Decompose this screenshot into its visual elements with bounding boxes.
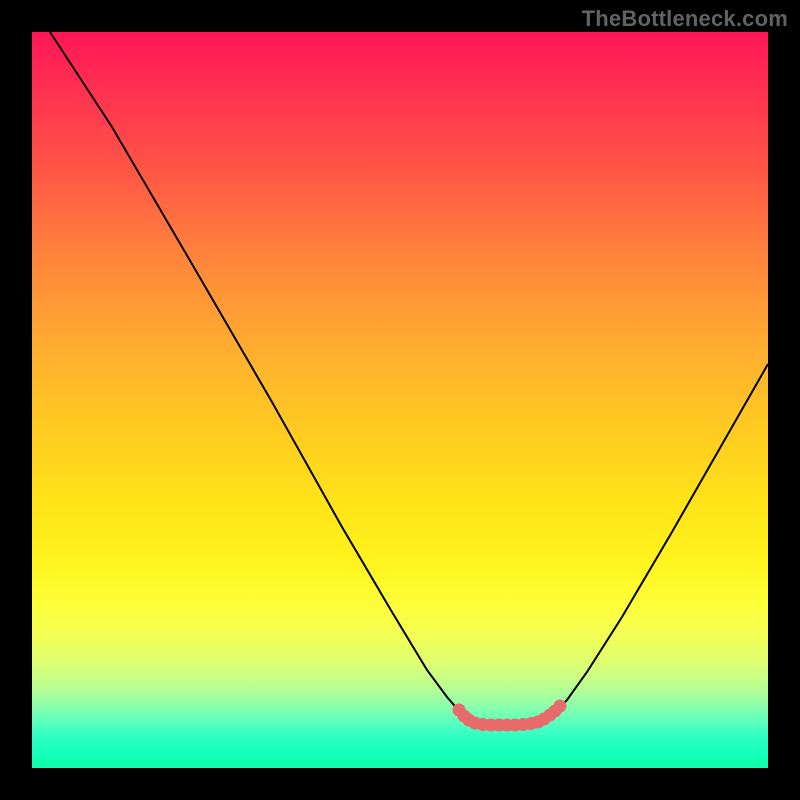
watermark-text: TheBottleneck.com: [582, 6, 788, 32]
chart-plot-area: [32, 32, 768, 768]
main-curve: [50, 32, 768, 725]
highlight-region: [453, 700, 567, 732]
chart-svg: [32, 32, 768, 768]
highlight-dot: [554, 700, 567, 713]
